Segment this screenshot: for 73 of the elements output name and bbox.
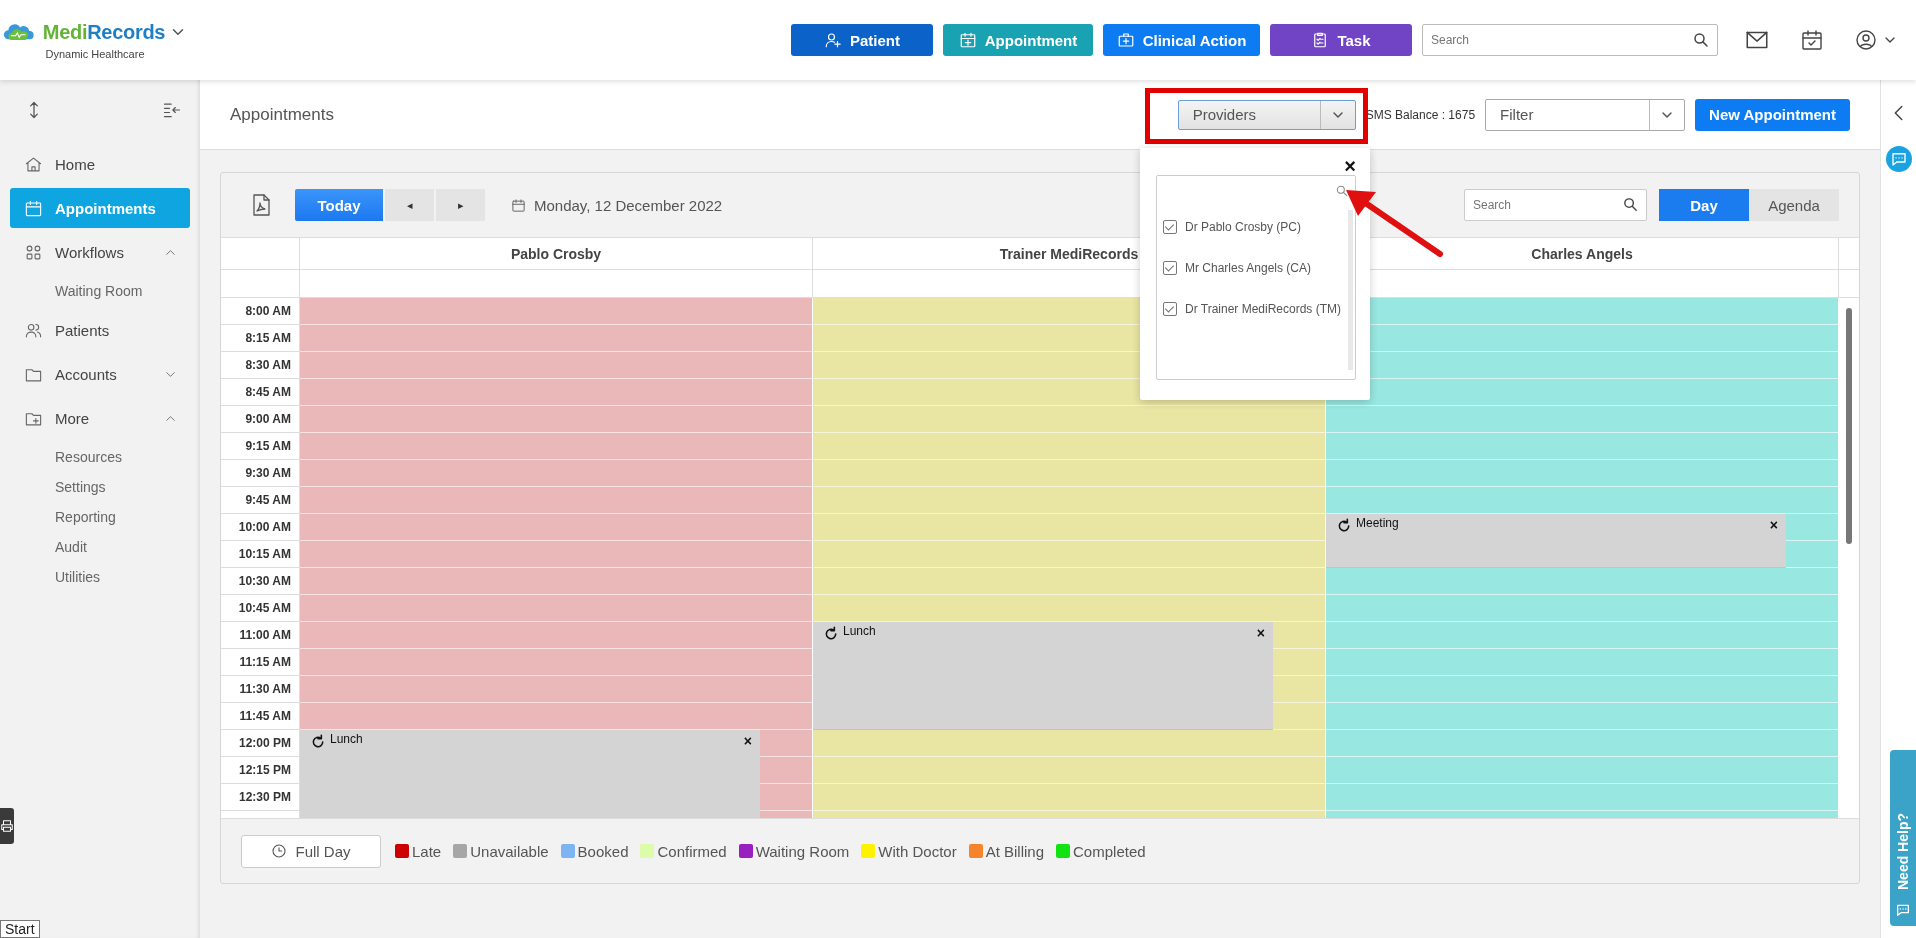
search-field[interactable]: Search [1422,24,1718,56]
sidebar-item[interactable]: Workflows [10,232,190,272]
legend-label: Confirmed [657,842,727,860]
close-icon[interactable]: × [743,734,752,748]
sidebar-item[interactable]: Patients [10,310,190,350]
legend-label: With Doctor [878,842,957,860]
close-icon[interactable]: × [1769,518,1778,532]
recurring-icon [310,734,326,750]
chat-button[interactable] [1885,146,1912,172]
providers-dropdown[interactable]: Providers [1177,99,1356,130]
checkbox[interactable] [1163,302,1177,316]
search-icon [1335,184,1349,198]
side-tab[interactable] [0,808,14,844]
sidebar-subitem[interactable]: Audit [0,532,200,562]
view-tab[interactable]: Day [1659,189,1749,221]
home-icon [24,154,43,174]
view-tab[interactable]: Agenda [1749,189,1839,221]
action-icon [958,31,977,49]
next-button[interactable]: ▸ [436,189,485,221]
sidebar-item[interactable]: More [10,398,190,438]
logo-subtitle: Dynamic Healthcare [45,47,145,60]
action-icon [824,31,842,49]
legend-label: Booked [577,842,629,860]
search-icon[interactable] [1622,196,1639,213]
sidebar-subitem[interactable]: Reporting [0,502,200,532]
search-icon[interactable] [1692,31,1710,49]
calendar-event[interactable]: Lunch × [813,622,1273,730]
new-appointment-button[interactable]: New Appointment [1695,98,1850,131]
clock-icon [271,843,288,859]
today-button[interactable]: Today [295,189,383,221]
scrollbar-thumb[interactable] [1846,308,1852,544]
calendar-icon [511,197,526,213]
legend-label: Completed [1073,842,1146,860]
legend-label: Waiting Room [755,842,850,860]
provider-option[interactable]: Dr Trainer MediRecords (TM) [1185,297,1342,321]
user-avatar-icon[interactable] [1854,28,1878,52]
sidebar-item[interactable]: Home [10,144,190,184]
checkbox[interactable] [1163,220,1177,234]
close-icon[interactable]: × [1256,626,1265,640]
recurring-icon [1336,518,1352,534]
column-header: Pablo Crosby [300,238,813,270]
calendar-check-icon[interactable] [1800,28,1824,52]
sidebar-item[interactable]: Accounts [10,354,190,394]
provider-option[interactable]: Dr Pablo Crosby (PC) [1185,215,1302,239]
header-action-button[interactable]: Patient [791,24,933,56]
date-label: Monday, 12 December 2022 [534,196,723,214]
chat-bubble-icon [1895,902,1911,918]
calendar-icon [24,198,43,218]
close-button[interactable]: × [1344,156,1356,176]
calendar-event[interactable]: Meeting × [1326,514,1786,568]
start-tooltip: Start [0,920,40,938]
legend-label: At Billing [985,842,1045,860]
header-action-button[interactable]: Task [1270,24,1412,56]
legend-label: Unavailable [470,842,549,860]
checkbox[interactable] [1163,261,1177,275]
page-title: Appointments [230,104,334,125]
recurring-icon [823,626,839,642]
action-icon [1116,31,1135,49]
sidebar-subitem[interactable]: Utilities [0,562,200,592]
legend-label: Late [412,842,442,860]
search-field[interactable]: Search [1464,189,1647,221]
printer-icon [0,819,14,833]
full-day-button[interactable]: Full Day [241,834,381,868]
calendar-event[interactable]: Lunch × [300,730,760,818]
chat-bubble-icon [1889,150,1908,168]
sidebar-subitem[interactable]: Settings [0,472,200,502]
sidebar-subitem[interactable]: Waiting Room [0,276,200,306]
filter-dropdown[interactable]: Filter [1485,98,1686,131]
header-action-button[interactable]: Clinical Action [1103,24,1260,56]
sms-balance-text: SMS Balance : 1675 [1365,107,1476,122]
logo-text: MediRecords [42,20,166,44]
sidebar-subitem[interactable]: Resources [0,442,200,472]
previous-button[interactable]: ◂ [385,189,434,221]
